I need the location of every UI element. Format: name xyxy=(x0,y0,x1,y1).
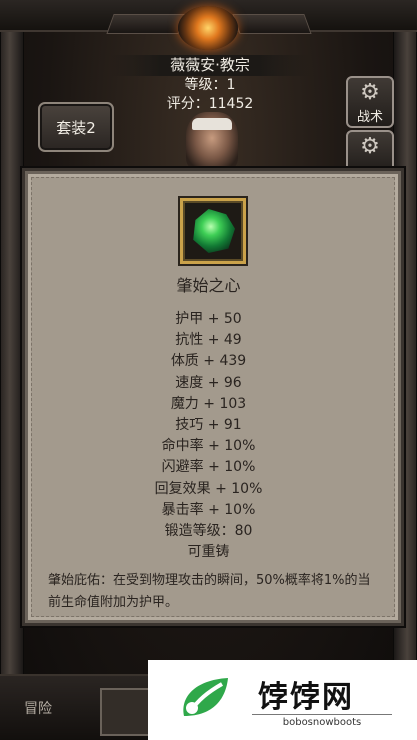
stat-speed: 速度 + 96 xyxy=(175,374,242,391)
item-description: 肇始庇佑：在受到物理攻击的瞬间，50%概率将1%的当前生命值附加为护甲。 xyxy=(48,573,371,610)
watermark-subtitle: bobosnowboots xyxy=(252,714,392,728)
gear-icon: ⚙ xyxy=(360,80,380,105)
bottom-tab-button[interactable] xyxy=(100,688,152,736)
item-name: 肇始之心 xyxy=(176,276,241,295)
item-icon-frame xyxy=(180,198,246,264)
stat-skill: 技巧 + 91 xyxy=(175,417,242,434)
stat-magic: 魔力 + 103 xyxy=(170,395,247,412)
green-gem-icon xyxy=(193,209,235,253)
stat-armor: 护甲 + 50 xyxy=(175,311,242,327)
emblem-right-wing xyxy=(232,14,312,34)
watermark-title: 饽饽网 xyxy=(258,680,354,715)
character-level: 等级：1 xyxy=(184,77,236,93)
tactics-button[interactable]: ⚙ 战术 xyxy=(346,76,394,128)
stat-resistance: 抗性 + 49 xyxy=(175,332,242,349)
adventure-button[interactable]: 冒险 xyxy=(24,698,80,722)
character-name: 薇薇安·教宗 xyxy=(110,55,310,76)
stat-crit-rate: 暴击率 + 10% xyxy=(161,501,256,518)
site-watermark: 饽饽网 bobosnowboots xyxy=(148,660,417,740)
leaf-logo-icon xyxy=(183,678,228,716)
stat-reforgeable: 可重铸 xyxy=(187,544,230,561)
stat-hit-rate: 命中率 + 10% xyxy=(161,438,256,455)
stat-recovery: 回复效果 + 10% xyxy=(154,480,263,497)
equipment-set-button[interactable]: 套装2 xyxy=(38,102,114,152)
character-portrait xyxy=(186,112,238,170)
tactics-label: 战术 xyxy=(356,110,383,125)
sun-emblem-icon xyxy=(178,6,238,50)
stat-dodge-rate: 闪避率 + 10% xyxy=(161,459,256,476)
stat-constitution: 体质 + 439 xyxy=(170,353,247,370)
character-header: 薇薇安·教宗 等级：1 评分：11452 xyxy=(110,55,310,114)
emblem-left-wing xyxy=(106,14,186,34)
item-stats-list: 护甲 + 50 抗性 + 49 体质 + 439 速度 + 96 魔力 + 10… xyxy=(0,309,417,563)
cog-icon: ⚙ xyxy=(360,134,380,159)
stat-forge-level: 锻造等级：80 xyxy=(164,523,253,540)
